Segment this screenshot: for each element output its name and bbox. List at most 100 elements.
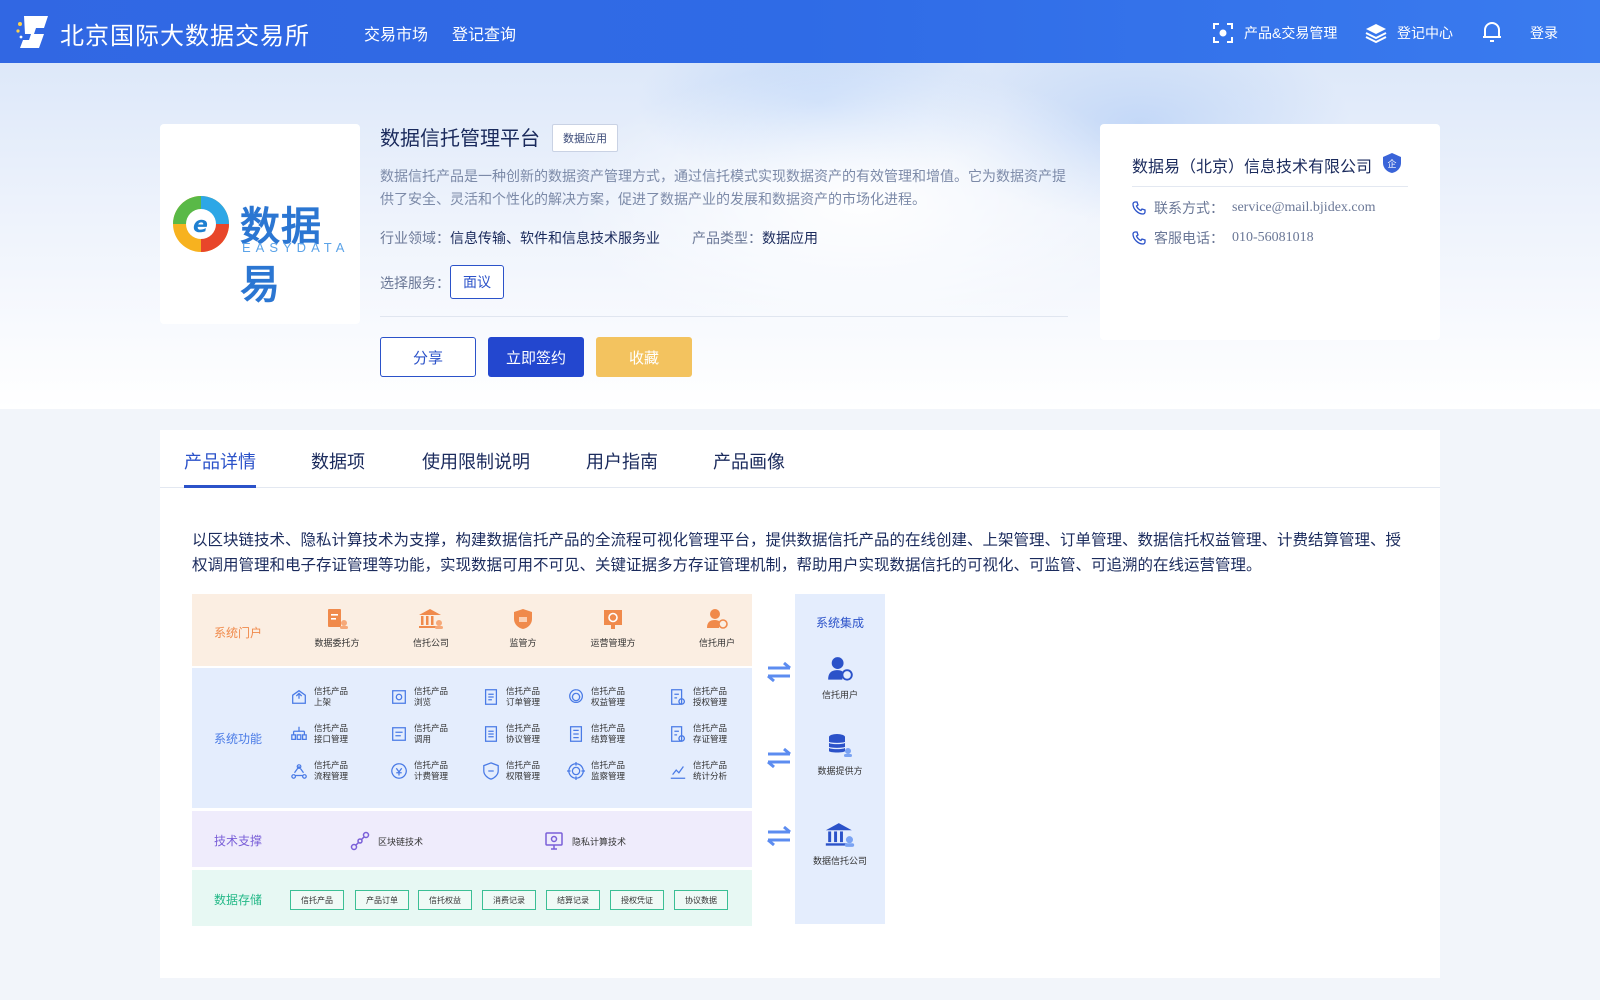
company-divider	[1132, 186, 1408, 187]
function-item: 信托产品 流程管理	[290, 760, 348, 782]
function-item-line: 信托产品	[314, 760, 349, 770]
function-icon	[671, 689, 685, 705]
contact-label: 联系方式：	[1154, 200, 1224, 216]
share-button[interactable]: 分享	[380, 337, 476, 377]
storage-chip: 消费记录	[482, 890, 536, 910]
integration-item: 信托用户	[795, 656, 885, 701]
tech-item-label: 区块链技术	[378, 836, 424, 847]
product-type-field: 产品类型：数据应用	[692, 228, 818, 248]
integration-item-label: 信托用户	[821, 690, 858, 700]
bidirectional-arrow-icon	[767, 747, 791, 769]
company-name[interactable]: 数据易（北京）信息技术有限公司	[1132, 153, 1372, 177]
svg-text:e: e	[193, 213, 208, 238]
detail-tabs: 产品详情 数据项 使用限制说明 用户指南 产品画像	[160, 430, 1440, 488]
nav-register-center-label: 登记中心	[1397, 25, 1453, 41]
function-item-label: 信托产品 权益管理	[591, 686, 625, 708]
function-item-line: 信托产品	[414, 723, 449, 733]
function-item-line: 信托产品	[314, 686, 349, 696]
function-item-line: 信托产品	[414, 760, 449, 770]
function-item-line: 信托产品	[414, 686, 449, 696]
industry-field: 行业领域：信息传输、软件和信息技术服务业	[380, 228, 660, 248]
function-item-line: 存证管理	[693, 734, 728, 744]
service-option-negotiable[interactable]: 面议	[450, 265, 504, 299]
function-icon	[567, 762, 585, 780]
function-icon	[391, 763, 407, 779]
bell-icon[interactable]	[1481, 20, 1503, 44]
function-icon	[569, 726, 583, 742]
layer-tech-label: 技术支撑	[214, 834, 263, 848]
function-item-label: 信托产品 计费管理	[414, 760, 448, 782]
blockchain-icon	[350, 831, 370, 851]
brand-name[interactable]: 北京国际大数据交易所	[60, 16, 310, 51]
bidirectional-arrow-icon	[767, 661, 791, 683]
function-item-line: 信托产品	[591, 723, 626, 733]
system-integration-column: 系统集成 信托用户 数据提供方 数据信托公司	[795, 594, 885, 924]
function-item-line: 统计分析	[693, 771, 728, 781]
layer-portal: 系统门户 数据委托方 信托公司 监管方 运营管理方 信托用户	[192, 594, 752, 666]
tab-product-profile[interactable]: 产品画像	[713, 448, 785, 474]
top-navbar: 北京国际大数据交易所 交易市场 登记查询 产品&交易管理 登记中心 登录	[0, 0, 1600, 63]
portal-item-label: 数据委托方	[314, 638, 360, 648]
tab-usage-restrictions[interactable]: 使用限制说明	[422, 448, 530, 474]
sign-now-button[interactable]: 立即签约	[488, 337, 584, 377]
function-item-label: 信托产品 订单管理	[506, 686, 540, 708]
bank-icon	[419, 609, 443, 629]
product-intro-text: 以区块链技术、隐私计算技术为支撑，构建数据信托产品的全流程可视化管理平台，提供数…	[192, 532, 1402, 574]
integration-item: 数据提供方	[795, 732, 885, 777]
function-item-line: 监察管理	[591, 771, 626, 781]
storage-chip: 信托产品	[290, 890, 344, 910]
function-item-label: 信托产品 统计分析	[693, 760, 727, 782]
function-item-label: 信托产品 流程管理	[314, 760, 348, 782]
bjidex-logo-icon[interactable]	[16, 14, 52, 48]
contact-email[interactable]: service@mail.bjidex.com	[1232, 200, 1376, 216]
function-item-line: 信托产品	[591, 686, 626, 696]
favorite-button[interactable]: 收藏	[596, 337, 692, 377]
tech-item-blockchain: 区块链技术	[350, 831, 423, 851]
function-icon	[392, 690, 406, 704]
nav-register-center[interactable]: 登记中心	[1365, 22, 1453, 44]
function-icon	[484, 726, 498, 742]
tab-product-detail[interactable]: 产品详情	[184, 448, 256, 474]
phone-icon	[1132, 231, 1146, 245]
function-item-line: 信托产品	[693, 686, 728, 696]
bank-icon	[825, 823, 855, 847]
function-item: 信托产品 订单管理	[482, 686, 540, 708]
function-item-label: 信托产品 接口管理	[314, 723, 348, 745]
tab-user-guide[interactable]: 用户指南	[586, 448, 658, 474]
nav-product-trade-mgmt[interactable]: 产品&交易管理	[1212, 22, 1337, 44]
nav-trade-market[interactable]: 交易市场	[364, 21, 428, 45]
function-item: 信托产品 上架	[290, 686, 348, 708]
layer-tech-support: 技术支撑 区块链技术 隐私计算技术	[192, 811, 752, 867]
function-item: 信托产品 协议管理	[482, 723, 540, 745]
gear-board-icon	[604, 610, 622, 629]
user-settings-icon	[707, 609, 728, 629]
function-item-label: 信托产品 授权管理	[693, 686, 727, 708]
login-link[interactable]: 登录	[1530, 23, 1558, 43]
function-item-line: 信托产品	[506, 686, 541, 696]
industry-value: 信息传输、软件和信息技术服务业	[450, 230, 660, 246]
function-icon	[569, 689, 583, 703]
function-item: 信托产品 结算管理	[567, 723, 625, 745]
portal-item-label: 信托用户	[698, 638, 735, 648]
contact-email-row: 联系方式： service@mail.bjidex.com	[1132, 198, 1376, 218]
phone-icon	[1132, 201, 1146, 215]
function-item: 信托产品 浏览	[390, 686, 448, 708]
portal-item-label: 运营管理方	[590, 638, 636, 648]
nav-register-query[interactable]: 登记查询	[452, 21, 516, 45]
layer-portal-label: 系统门户	[214, 626, 263, 640]
function-item-line: 信托产品	[506, 723, 541, 733]
function-item-line: 信托产品	[693, 723, 728, 733]
function-icon	[292, 689, 306, 704]
portal-item: 数据委托方	[302, 608, 372, 649]
company-card: 数据易（北京）信息技术有限公司 企 联系方式： service@mail.bji…	[1100, 124, 1440, 340]
function-icon	[670, 766, 686, 779]
function-item: 信托产品 监察管理	[567, 760, 625, 782]
function-item-label: 信托产品 存证管理	[693, 723, 727, 745]
function-item-line: 接口管理	[314, 734, 349, 744]
product-logo-card: e 数据易 EASYDATA	[160, 124, 360, 324]
tab-data-items[interactable]: 数据项	[311, 448, 365, 474]
storage-chip: 授权凭证	[610, 890, 664, 910]
function-icon	[484, 689, 498, 705]
integration-item-label: 数据信托公司	[812, 856, 867, 866]
tech-item-privacy: 隐私计算技术	[544, 831, 626, 851]
